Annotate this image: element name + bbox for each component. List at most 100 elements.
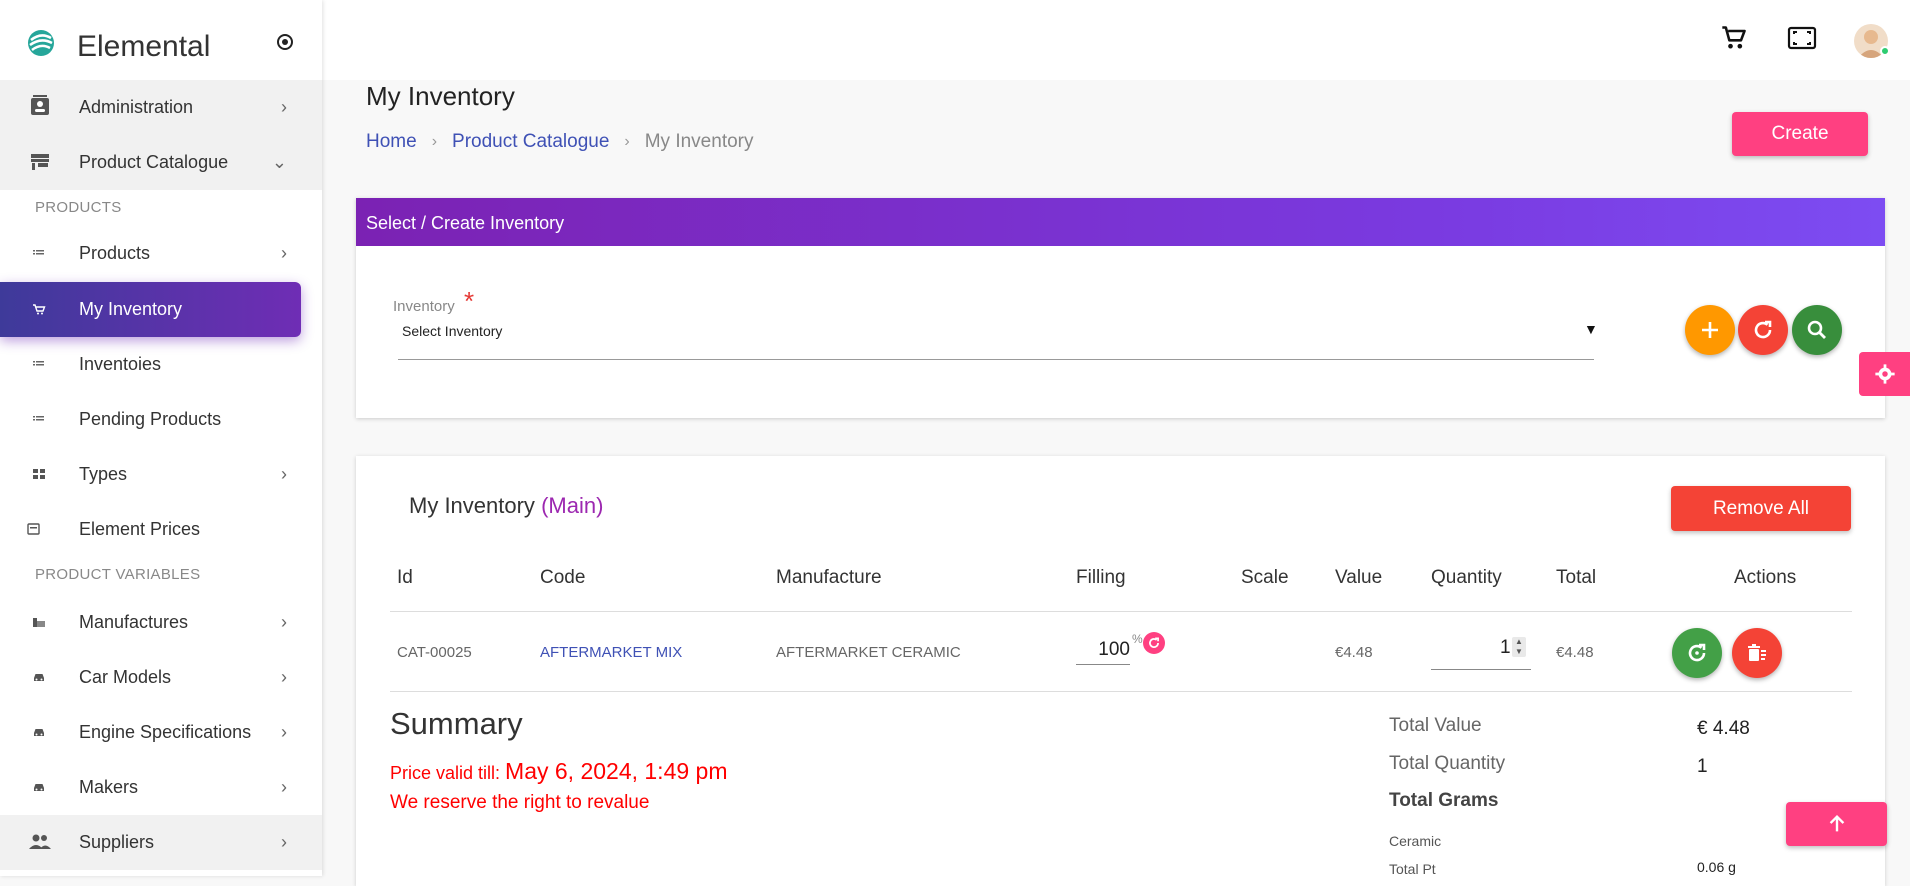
- column-header-quantity: Quantity: [1431, 567, 1502, 588]
- inventory-card-title: My Inventory (Main): [409, 493, 603, 519]
- list-icon: [32, 357, 46, 371]
- fullscreen-icon[interactable]: [1786, 22, 1818, 54]
- total-quantity-label: Total Quantity: [1389, 753, 1506, 774]
- sidebar-item-types[interactable]: Types ›: [0, 447, 322, 502]
- online-status-dot: [1880, 46, 1890, 56]
- sidebar-item-product-catalogue[interactable]: Product Catalogue ⌄: [0, 135, 322, 190]
- factory-icon: [32, 615, 46, 629]
- dropdown-caret-icon[interactable]: ▼: [1584, 321, 1598, 337]
- price-icon: [27, 522, 41, 536]
- quantity-value[interactable]: 1: [1500, 637, 1511, 659]
- row-refresh-button[interactable]: [1672, 628, 1722, 678]
- sidebar-item-my-inventory[interactable]: My Inventory: [0, 282, 301, 337]
- grid-icon: [32, 467, 46, 481]
- total-value: € 4.48: [1697, 718, 1750, 739]
- total-pt-label: Total Pt: [1389, 861, 1436, 877]
- price-valid-prefix: Price valid till:: [390, 763, 506, 783]
- sidebar-item-makers[interactable]: Makers ›: [0, 760, 322, 815]
- sidebar-item-label: Makers: [79, 777, 139, 797]
- breadcrumb-separator: ›: [431, 133, 438, 150]
- shopping-cart-icon[interactable]: [1718, 22, 1750, 54]
- add-inventory-button[interactable]: [1685, 305, 1735, 355]
- total-value-label: Total Value: [1389, 715, 1482, 736]
- sidebar-item-label: Car Models: [79, 667, 172, 687]
- elemental-logo-icon: [28, 30, 54, 56]
- sidebar-item-label: Administration: [79, 97, 194, 117]
- delete-icon: [1748, 644, 1766, 661]
- sidebar-item-label: Element Prices: [79, 519, 201, 539]
- chevron-right-icon: ›: [281, 722, 287, 742]
- column-header-total: Total: [1556, 567, 1597, 588]
- sidebar-item-pending-products[interactable]: Pending Products: [0, 392, 322, 447]
- search-icon: [1807, 320, 1826, 339]
- sidebar-toggle-icon[interactable]: [277, 34, 293, 50]
- remove-all-button[interactable]: Remove All: [1671, 486, 1851, 531]
- contact-card-icon: [28, 94, 52, 118]
- cart-icon: [32, 302, 46, 316]
- breadcrumb: Home › Product Catalogue › My Inventory: [366, 131, 754, 153]
- sidebar-item-manufactures[interactable]: Manufactures ›: [0, 595, 322, 650]
- column-header-value: Value: [1335, 567, 1383, 588]
- sidebar-item-label: Manufactures: [79, 612, 189, 632]
- select-inventory-card: Select / Create Inventory Inventory * Se…: [356, 198, 1885, 418]
- top-bar: [322, 0, 1910, 80]
- sidebar-item-element-prices[interactable]: Element Prices: [0, 502, 322, 557]
- filling-reset-button[interactable]: [1143, 632, 1165, 654]
- quantity-spinner-icon[interactable]: ▲ ▼: [1512, 637, 1526, 657]
- chevron-right-icon: ›: [281, 777, 287, 797]
- cell-total: €4.48: [1556, 644, 1594, 661]
- sidebar: Elemental Administration › Product Catal…: [0, 0, 322, 876]
- cell-value: €4.48: [1335, 644, 1373, 661]
- section-label-product-variables: PRODUCT VARIABLES: [35, 566, 201, 583]
- inventory-title-text: My Inventory: [409, 493, 535, 518]
- required-mark: *: [464, 286, 475, 316]
- sidebar-item-label: Engine Specifications: [79, 722, 252, 742]
- section-label-products: PRODUCTS: [35, 199, 122, 216]
- inventory-field-label: Inventory: [393, 298, 455, 315]
- sidebar-item-label: Inventoies: [79, 354, 162, 374]
- inventory-subtitle: (Main): [541, 493, 604, 518]
- column-header-manufacture: Manufacture: [776, 567, 882, 588]
- filling-input[interactable]: 100: [1076, 635, 1130, 665]
- summary-title: Summary: [390, 706, 523, 741]
- sidebar-item-administration[interactable]: Administration ›: [0, 80, 322, 135]
- car-icon: [32, 780, 46, 794]
- breadcrumb-separator: ›: [624, 133, 630, 150]
- scroll-to-top-button[interactable]: [1786, 802, 1887, 846]
- cell-manufacture: AFTERMARKET CERAMIC: [776, 644, 961, 661]
- settings-tab[interactable]: [1859, 352, 1910, 396]
- sidebar-item-inventoies[interactable]: Inventoies: [0, 337, 322, 392]
- table-header-divider: [390, 611, 1852, 612]
- search-button[interactable]: [1792, 305, 1842, 355]
- refresh-button[interactable]: [1738, 305, 1788, 355]
- cell-code-link[interactable]: AFTERMARKET MIX: [540, 644, 682, 661]
- arrow-up-icon: [1829, 814, 1844, 832]
- filling-percent-suffix: %: [1132, 632, 1143, 646]
- price-valid-date: May 6, 2024, 1:49 pm: [505, 758, 728, 784]
- table-row-divider: [390, 691, 1852, 692]
- row-delete-button[interactable]: [1732, 628, 1782, 678]
- select-card-header: Select / Create Inventory: [356, 198, 1885, 246]
- gear-icon: [1874, 364, 1895, 384]
- car-icon: [32, 670, 46, 684]
- inventory-card: My Inventory (Main) Remove All Id Code M…: [356, 456, 1885, 886]
- refresh-icon: [1754, 320, 1772, 339]
- column-header-filling: Filling: [1076, 567, 1126, 588]
- plus-icon: [1702, 322, 1718, 338]
- create-button[interactable]: Create: [1732, 112, 1868, 156]
- sidebar-item-suppliers[interactable]: Suppliers ›: [0, 815, 322, 870]
- people-icon: [28, 830, 52, 854]
- breadcrumb-catalogue-link[interactable]: Product Catalogue: [452, 131, 609, 153]
- sidebar-item-label: Product Catalogue: [79, 152, 229, 172]
- total-grams-label: Total Grams: [1389, 790, 1499, 811]
- sidebar-item-car-models[interactable]: Car Models ›: [0, 650, 322, 705]
- total-quantity: 1: [1697, 756, 1708, 777]
- store-icon: [28, 150, 52, 174]
- list-icon: [32, 246, 46, 260]
- inventory-select[interactable]: Select Inventory: [402, 323, 502, 339]
- sidebar-item-products[interactable]: Products ›: [0, 226, 322, 281]
- sidebar-item-engine-specifications[interactable]: Engine Specifications ›: [0, 705, 322, 760]
- list-icon: [32, 412, 46, 426]
- reserve-note: We reserve the right to revalue: [390, 792, 650, 813]
- breadcrumb-home-link[interactable]: Home: [366, 131, 417, 153]
